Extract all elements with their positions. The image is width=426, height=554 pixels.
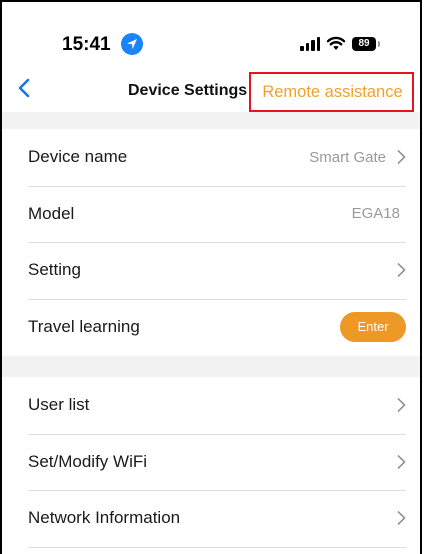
chevron-right-icon [397, 454, 406, 469]
location-arrow-icon [121, 33, 143, 55]
chevron-right-icon [397, 263, 406, 278]
status-indicators: 89 [300, 36, 380, 51]
travel-learning-label: Travel learning [28, 317, 140, 337]
wifi-icon [326, 36, 346, 50]
model-label: Model [28, 203, 75, 223]
enter-button[interactable]: Enter [340, 312, 406, 343]
chevron-right-icon [397, 511, 406, 526]
cellular-signal-icon [300, 36, 320, 51]
status-time: 15:41 [62, 34, 111, 55]
section-divider [2, 356, 420, 377]
battery-level: 89 [358, 37, 370, 49]
chevron-right-icon [397, 150, 406, 165]
model-value: EGA18 [351, 205, 400, 223]
device-name-row[interactable]: Device name Smart Gate [2, 129, 420, 186]
status-bar: 15:41 89 [2, 2, 420, 72]
device-info-list: Device name Smart Gate Model EGA18 Setti… [2, 129, 420, 356]
phone-screen: 15:41 89 Device Settings Remote assistan… [0, 0, 422, 554]
travel-learning-row: Travel learning Enter [2, 298, 420, 356]
page-title: Device Settings [128, 82, 248, 99]
device-name-value: Smart Gate [309, 148, 386, 166]
list-bottom-divider [2, 546, 420, 554]
device-name-label: Device name [28, 147, 128, 167]
remote-assistance-button[interactable]: Remote assistance [249, 72, 414, 112]
battery-icon: 89 [352, 36, 380, 51]
navigation-bar: Device Settings Remote assistance [2, 70, 420, 112]
section-divider [2, 112, 420, 129]
set-modify-wifi-label: Set/Modify WiFi [28, 451, 148, 471]
network-information-row[interactable]: Network Information [2, 490, 420, 547]
setting-row[interactable]: Setting [2, 242, 420, 299]
chevron-right-icon [397, 398, 406, 413]
user-list-label: User list [28, 395, 90, 415]
network-list: User list Set/Modify WiFi Network Inform… [2, 377, 420, 554]
user-list-row[interactable]: User list [2, 377, 420, 434]
model-row: Model EGA18 [2, 185, 420, 243]
network-information-label: Network Information [28, 508, 181, 528]
setting-label: Setting [28, 260, 81, 280]
back-chevron-icon[interactable] [18, 78, 30, 103]
set-modify-wifi-row[interactable]: Set/Modify WiFi [2, 433, 420, 491]
